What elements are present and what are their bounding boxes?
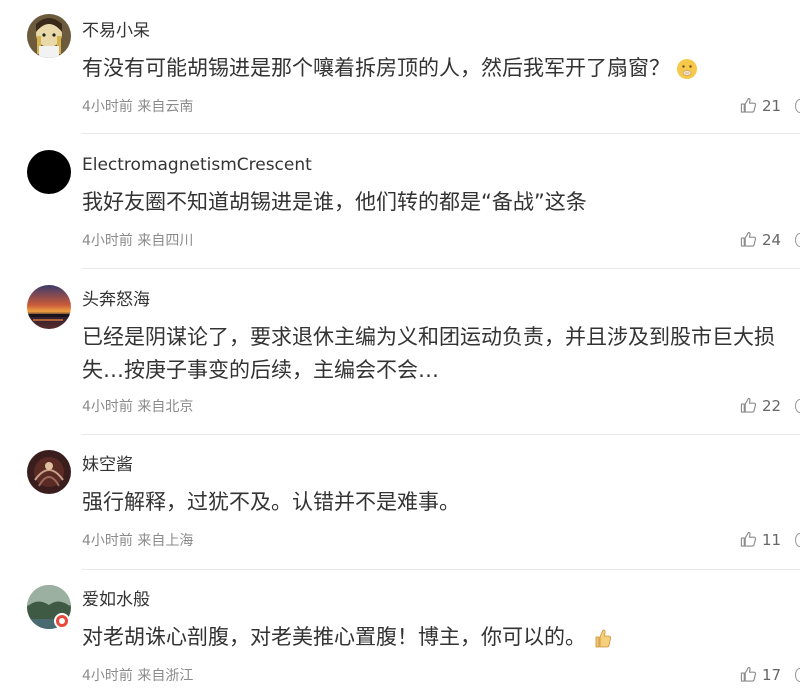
thumbs-up-icon — [740, 97, 757, 113]
comment-text-line: 失…按庚子事变的后续，主编会不会… — [82, 358, 439, 382]
comment-location: 来自北京 — [137, 399, 194, 415]
like-button[interactable]: 11 — [740, 530, 800, 550]
comment-time: 4小时前 — [82, 233, 133, 249]
comment-icon[interactable] — [795, 668, 800, 682]
comment-meta: 4小时前 来自上海 — [82, 532, 193, 550]
comment-text-line: 已经是阴谋论了，要求退休主编为义和团运动负责，并且涉及到股市巨大损 — [82, 325, 775, 349]
avatar-image — [27, 285, 71, 329]
comment-text: 已经是阴谋论了，要求退休主编为义和团运动负责，并且涉及到股市巨大损 失…按庚子事… — [82, 321, 775, 387]
divider — [82, 569, 800, 570]
comment-text-line: 强行解释，过犹不及。认错并不是难事。 — [82, 490, 460, 514]
thumbs-up-icon — [740, 666, 757, 682]
avatar[interactable] — [27, 450, 71, 494]
comment-icon[interactable] — [795, 533, 800, 547]
thumbs-up-emoji — [595, 629, 611, 648]
comment-icon[interactable] — [795, 399, 800, 413]
comment-icon[interactable] — [795, 99, 800, 113]
username[interactable]: 爱如水般 — [82, 589, 150, 611]
thumbs-up-icon — [740, 531, 757, 547]
avatar[interactable] — [27, 285, 71, 329]
comment-text: 对老胡诛心剖腹，对老美推心置腹！博主，你可以的。 — [82, 621, 614, 654]
avatar-image — [27, 14, 71, 58]
avatar[interactable] — [27, 14, 71, 58]
like-count: 24 — [762, 231, 782, 249]
comment-text: 我好友圈不知道胡锡进是谁，他们转的都是“备战”这条 — [82, 186, 587, 219]
comment-location: 来自浙江 — [137, 668, 194, 684]
comment-meta: 4小时前 来自浙江 — [82, 667, 193, 685]
comment-location: 来自云南 — [137, 99, 194, 115]
avatar-image — [27, 150, 71, 194]
avatar-image — [27, 450, 71, 494]
comment-text: 有没有可能胡锡进是那个嚷着拆房顶的人，然后我军开了扇窗？ — [82, 52, 698, 85]
like-button[interactable]: 21 — [740, 96, 800, 116]
comment-time: 4小时前 — [82, 99, 133, 115]
shushing-face-emoji — [677, 59, 697, 79]
comment-location: 来自四川 — [137, 233, 194, 249]
comment-time: 4小时前 — [82, 533, 133, 549]
username[interactable]: 不易小呆 — [82, 20, 150, 42]
comment-text-line: 我好友圈不知道胡锡进是谁，他们转的都是“备战”这条 — [82, 190, 587, 214]
verified-badge-icon — [54, 613, 70, 629]
username[interactable]: 头奔怒海 — [82, 289, 150, 311]
like-button[interactable]: 17 — [740, 665, 800, 685]
like-count: 22 — [762, 397, 782, 415]
divider — [82, 133, 800, 134]
comment-icon[interactable] — [795, 233, 800, 247]
like-button[interactable]: 22 — [740, 396, 800, 416]
comment-meta: 4小时前 来自北京 — [82, 398, 193, 416]
comment-text-line: 对老胡诛心剖腹，对老美推心置腹！博主，你可以的。 — [82, 625, 586, 649]
username[interactable]: 妹空酱 — [82, 454, 133, 476]
username[interactable]: ElectromagnetismCrescent — [82, 154, 312, 176]
comment-meta: 4小时前 来自四川 — [82, 232, 193, 250]
avatar[interactable] — [27, 150, 71, 194]
divider — [82, 434, 800, 435]
like-count: 17 — [762, 666, 782, 684]
comment-list: 不易小呆 有没有可能胡锡进是那个嚷着拆房顶的人，然后我军开了扇窗？ 4小时前 来… — [0, 0, 800, 691]
divider — [82, 268, 800, 269]
thumbs-up-icon — [740, 397, 757, 413]
comment-location: 来自上海 — [137, 533, 194, 549]
like-button[interactable]: 24 — [740, 230, 800, 250]
comment-time: 4小时前 — [82, 399, 133, 415]
thumbs-up-icon — [740, 231, 757, 247]
like-count: 21 — [762, 97, 782, 115]
comment-meta: 4小时前 来自云南 — [82, 98, 193, 116]
comment-text-line: 有没有可能胡锡进是那个嚷着拆房顶的人，然后我军开了扇窗？ — [82, 56, 670, 80]
like-count: 11 — [762, 531, 782, 549]
comment-time: 4小时前 — [82, 668, 133, 684]
comment-text: 强行解释，过犹不及。认错并不是难事。 — [82, 486, 460, 519]
